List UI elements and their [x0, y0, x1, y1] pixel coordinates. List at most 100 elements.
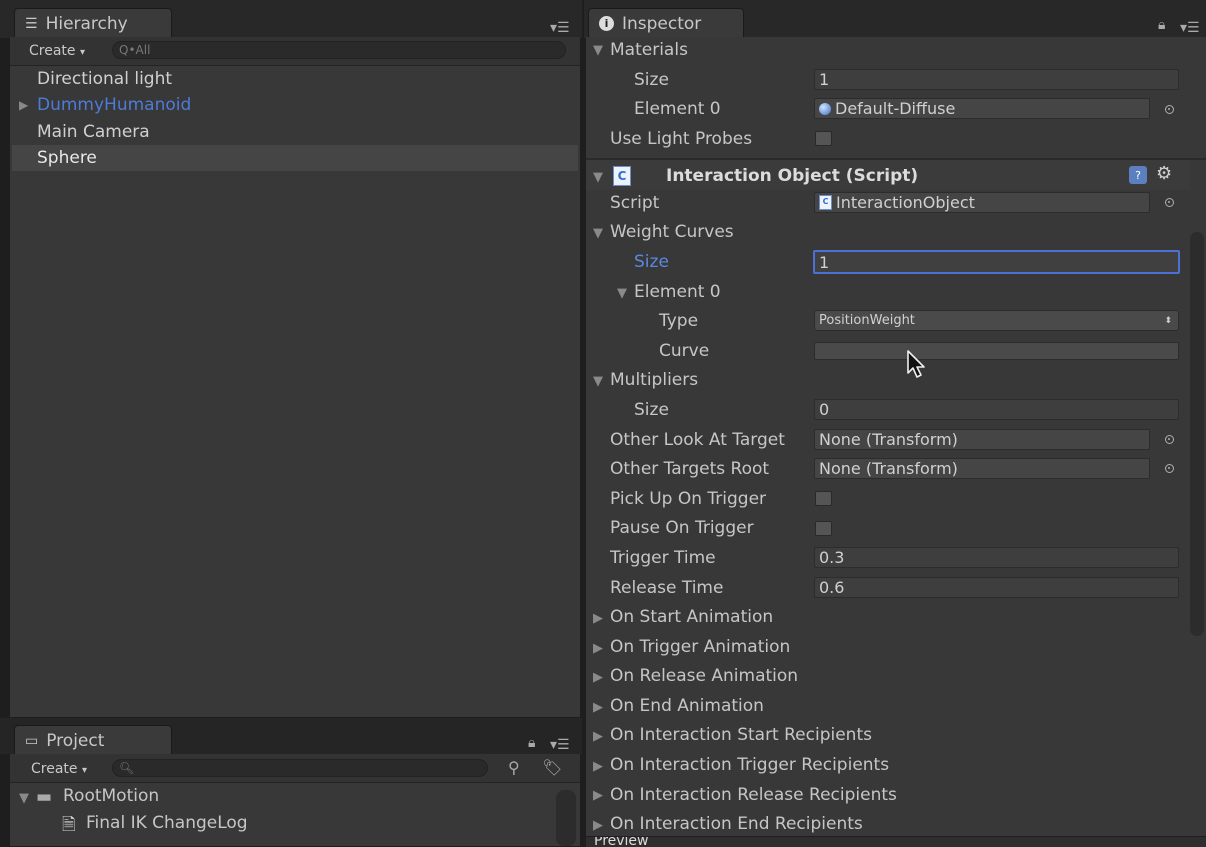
create-label: Create	[31, 761, 78, 777]
expand-arrow-icon[interactable]: ▶	[593, 670, 603, 685]
event-on-end-animation[interactable]: On End Animation	[610, 696, 764, 716]
weight-curves-size-label: Size	[634, 252, 669, 272]
other-look-field[interactable]: None (Transform)	[814, 429, 1150, 450]
pick-up-checkbox[interactable]	[815, 491, 832, 506]
project-scrollbar[interactable]	[556, 790, 576, 846]
materials-element-label: Element 0	[634, 99, 721, 119]
event-on-release-animation[interactable]: On Release Animation	[610, 666, 798, 686]
other-look-value: None (Transform)	[819, 430, 958, 449]
weight-curves-label[interactable]: Weight Curves	[610, 222, 734, 242]
pick-up-label: Pick Up On Trigger	[610, 489, 767, 509]
hierarchy-search-input[interactable]: Q•All	[112, 41, 566, 59]
folder-icon: ▭	[25, 732, 39, 749]
script-value: InteractionObject	[836, 193, 975, 212]
expand-arrow-icon[interactable]: ▶	[593, 729, 603, 744]
release-time-field[interactable]: 0.6	[814, 577, 1179, 598]
multipliers-label[interactable]: Multipliers	[610, 370, 698, 390]
multipliers-size-field[interactable]: 0	[814, 399, 1179, 420]
trigger-time-label: Trigger Time	[610, 548, 716, 568]
multipliers-size-label: Size	[634, 400, 669, 420]
weight-curves-element-label[interactable]: Element 0	[634, 282, 721, 302]
event-on-interaction-release[interactable]: On Interaction Release Recipients	[610, 785, 897, 805]
lock-icon[interactable]: 🔒︎	[528, 735, 535, 751]
expand-arrow-icon[interactable]: ▶	[19, 98, 28, 112]
collapse-arrow-icon[interactable]: ▼	[593, 43, 603, 58]
expand-arrow-icon[interactable]: ▶	[593, 611, 603, 626]
event-on-interaction-start[interactable]: On Interaction Start Recipients	[610, 725, 872, 745]
event-on-start-animation[interactable]: On Start Animation	[610, 607, 773, 627]
panel-menu-icon[interactable]: ▾☰	[550, 20, 570, 36]
panel-menu-icon[interactable]: ▾☰	[1180, 20, 1200, 36]
expand-arrow-icon[interactable]: ▶	[593, 700, 603, 715]
curve-field[interactable]	[814, 342, 1179, 360]
type-value: PositionWeight	[819, 313, 915, 328]
use-light-probes-label: Use Light Probes	[610, 129, 753, 149]
hierarchy-item-dummyhumanoid[interactable]: DummyHumanoid	[37, 95, 191, 115]
dropdown-arrows-icon: ⬍	[1164, 315, 1172, 326]
collapse-arrow-icon[interactable]: ▼	[617, 286, 627, 301]
filter-type-icon[interactable]: ⚲	[508, 758, 520, 777]
materials-size-field[interactable]: 1	[814, 69, 1179, 90]
project-create-button[interactable]: Create ▾	[31, 761, 87, 777]
project-item-changelog[interactable]: Final IK ChangeLog	[86, 813, 248, 833]
mouse-cursor-icon	[907, 350, 925, 378]
materials-label[interactable]: Materials	[610, 40, 688, 60]
project-tab[interactable]: ▭ Project	[14, 725, 172, 755]
preview-bar[interactable]: Preview	[586, 836, 1206, 847]
materials-size-value: 1	[819, 70, 830, 89]
weight-curves-size-value: 1	[819, 252, 830, 272]
create-label: Create	[29, 43, 76, 59]
dropdown-icon: ▾	[79, 47, 86, 58]
materials-element-field[interactable]: Default-Diffuse	[814, 98, 1150, 119]
object-picker-icon[interactable]	[1165, 198, 1174, 207]
hierarchy-create-button[interactable]: Create ▾	[29, 43, 85, 59]
hierarchy-item-directional-light[interactable]: Directional light	[37, 69, 172, 89]
project-search-input[interactable]: 🔍︎	[112, 759, 488, 777]
collapse-arrow-icon[interactable]: ▼	[593, 374, 603, 389]
materials-size-label: Size	[634, 70, 669, 90]
inspector-tab-label: Inspector	[622, 13, 702, 34]
expand-arrow-icon[interactable]: ▶	[593, 788, 603, 803]
gear-icon[interactable]: ⚙	[1156, 163, 1172, 184]
collapse-arrow-icon[interactable]: ▼	[593, 226, 603, 241]
file-icon: 🗎︎	[62, 815, 76, 835]
trigger-time-field[interactable]: 0.3	[814, 547, 1179, 568]
inspector-scrollbar[interactable]	[1190, 232, 1204, 636]
object-picker-icon[interactable]	[1165, 464, 1174, 473]
folder-icon: ▬	[36, 787, 53, 807]
help-icon[interactable]: ?	[1129, 166, 1147, 184]
object-picker-icon[interactable]	[1165, 105, 1174, 114]
script-icon: C	[613, 166, 631, 186]
expand-arrow-icon[interactable]: ▶	[593, 759, 603, 774]
pause-label: Pause On Trigger	[610, 518, 754, 538]
info-icon: i	[599, 16, 614, 31]
use-light-probes-checkbox[interactable]	[815, 131, 832, 146]
project-tab-label: Project	[46, 730, 105, 751]
other-targets-field[interactable]: None (Transform)	[814, 458, 1150, 479]
event-on-interaction-end[interactable]: On Interaction End Recipients	[610, 814, 863, 834]
project-item-rootmotion[interactable]: RootMotion	[63, 786, 159, 806]
type-dropdown[interactable]: PositionWeight ⬍	[814, 310, 1179, 331]
panel-menu-icon[interactable]: ▾☰	[550, 737, 570, 753]
pause-checkbox[interactable]	[815, 521, 832, 536]
hierarchy-item-sphere[interactable]: Sphere	[37, 148, 97, 168]
event-on-interaction-trigger[interactable]: On Interaction Trigger Recipients	[610, 755, 889, 775]
event-on-trigger-animation[interactable]: On Trigger Animation	[610, 637, 790, 657]
search-icon: 🔍︎	[119, 761, 135, 775]
lock-icon[interactable]: 🔒︎	[1158, 17, 1165, 33]
collapse-arrow-icon[interactable]: ▼	[593, 170, 603, 185]
inspector-tab[interactable]: i Inspector	[588, 8, 744, 38]
materials-element-value: Default-Diffuse	[835, 99, 956, 118]
weight-curves-size-field[interactable]: 1	[813, 250, 1180, 274]
hierarchy-item-main-camera[interactable]: Main Camera	[37, 122, 150, 142]
filter-label-icon[interactable]: 🏷︎	[542, 758, 562, 777]
expand-arrow-icon[interactable]: ▶	[593, 641, 603, 656]
hierarchy-tab[interactable]: ☰ Hierarchy	[14, 8, 172, 38]
expand-arrow-icon[interactable]: ▶	[593, 818, 603, 833]
list-icon: ☰	[25, 15, 38, 32]
collapse-arrow-icon[interactable]: ▼	[19, 791, 29, 806]
other-targets-value: None (Transform)	[819, 459, 958, 478]
script-field[interactable]: C InteractionObject	[814, 192, 1150, 213]
object-picker-icon[interactable]	[1165, 435, 1174, 444]
curve-label: Curve	[659, 341, 710, 361]
